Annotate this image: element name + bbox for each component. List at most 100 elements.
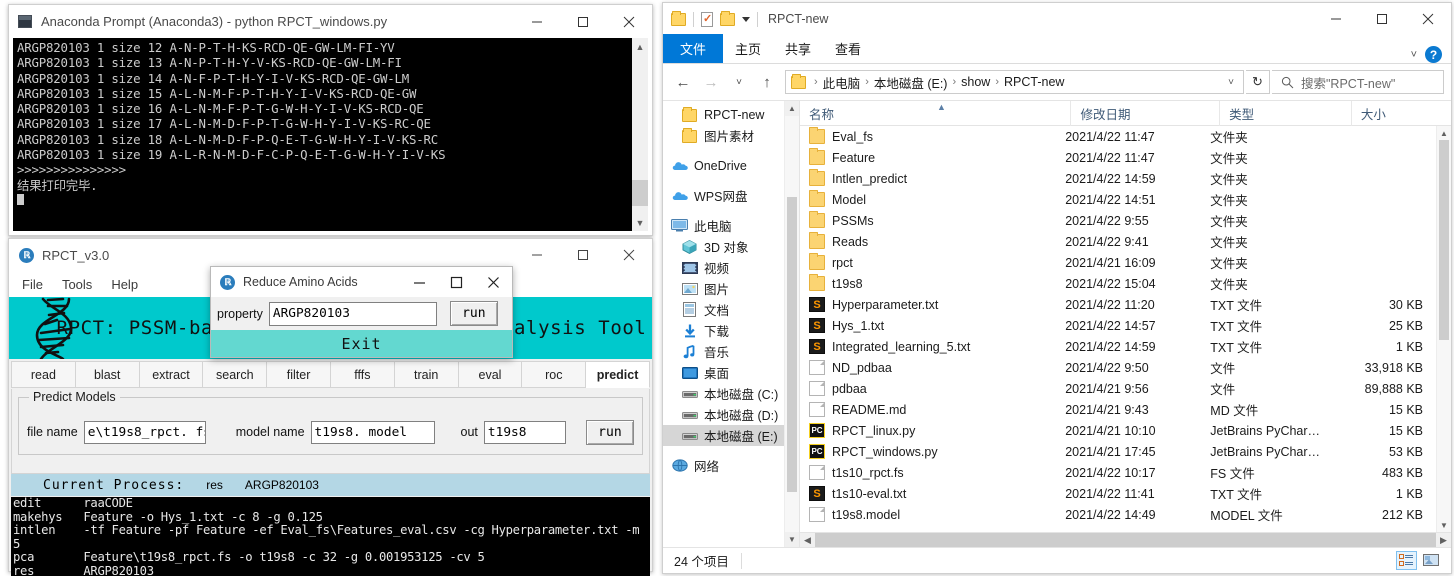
- hscroll-thumb[interactable]: [815, 532, 1436, 547]
- list-scroll-up-icon[interactable]: ▲: [1437, 126, 1451, 140]
- tab-predict[interactable]: predict: [586, 361, 650, 388]
- breadcrumb-this-pc[interactable]: 此电脑: [823, 73, 861, 92]
- address-chevron-down-icon[interactable]: ˅: [1222, 77, 1240, 88]
- table-row[interactable]: PSSMs 2021/4/22 9:55 文件夹: [800, 210, 1436, 231]
- column-header-type[interactable]: 类型: [1220, 101, 1352, 126]
- list-scroll-down-icon[interactable]: ▼: [1437, 518, 1451, 532]
- address-bar[interactable]: › 此电脑 › 本地磁盘 (E:) › show › RPCT-new ˅: [785, 70, 1244, 94]
- table-row[interactable]: t19s8 2021/4/22 15:04 文件夹: [800, 273, 1436, 294]
- tab-read[interactable]: read: [11, 361, 76, 388]
- nav-item-wps网盘[interactable]: WPS网盘: [663, 185, 799, 206]
- nav-item-本地磁盘(e:)[interactable]: 本地磁盘 (E:): [663, 425, 799, 446]
- cmd-maximize-button[interactable]: [560, 5, 606, 38]
- table-row[interactable]: Feature 2021/4/22 11:47 文件夹: [800, 147, 1436, 168]
- explorer-titlebar[interactable]: RPCT-new: [663, 3, 1451, 35]
- table-row[interactable]: Eval_fs 2021/4/22 11:47 文件夹: [800, 126, 1436, 147]
- table-row[interactable]: t19s8.model 2021/4/22 14:49 MODEL 文件 212 KB: [800, 504, 1436, 525]
- new-folder-icon[interactable]: [720, 10, 735, 26]
- table-row[interactable]: rpct 2021/4/21 16:09 文件夹: [800, 252, 1436, 273]
- tab-fffs[interactable]: fffs: [330, 361, 395, 388]
- dialog-titlebar[interactable]: ℝ Reduce Amino Acids: [211, 267, 512, 297]
- table-row[interactable]: pdbaa 2021/4/21 9:56 文件 89,888 KB: [800, 378, 1436, 399]
- rpct-close-button[interactable]: [606, 239, 652, 272]
- explorer-minimize-button[interactable]: [1313, 3, 1359, 36]
- ribbon-tab-file[interactable]: 文件: [663, 34, 724, 63]
- horizontal-scrollbar[interactable]: ◀ ▶: [800, 532, 1451, 547]
- tab-roc[interactable]: roc: [522, 361, 587, 388]
- recent-locations-chevron-icon[interactable]: ˅: [726, 69, 752, 95]
- rpct-minimize-button[interactable]: [514, 239, 560, 272]
- table-row[interactable]: PC RPCT_windows.py 2021/4/21 17:45 JetBrain…: [800, 441, 1436, 462]
- ribbon-tab-view[interactable]: 查看: [823, 34, 873, 63]
- table-row[interactable]: S Integrated_learning_5.txt 2021/4/22 14:5…: [800, 336, 1436, 357]
- predict-run-button[interactable]: run: [585, 419, 634, 445]
- ribbon-tab-home[interactable]: 主页: [723, 34, 773, 63]
- column-header-date[interactable]: 修改日期: [1071, 101, 1221, 126]
- search-input[interactable]: 搜索"RPCT-new": [1272, 70, 1444, 94]
- ribbon-tab-share[interactable]: 共享: [773, 34, 823, 63]
- file-name-input[interactable]: e\t19s8_rpct. fs: [83, 420, 206, 444]
- cmd-scroll-track[interactable]: [632, 55, 648, 214]
- list-scroll-thumb[interactable]: [1439, 140, 1449, 340]
- back-button[interactable]: ←: [670, 69, 696, 95]
- nav-item-视频[interactable]: 视频: [663, 257, 799, 278]
- table-row[interactable]: README.md 2021/4/21 9:43 MD 文件 15 KB: [800, 399, 1436, 420]
- table-row[interactable]: St1s10-eval.txt 2021/4/22 11:41 TXT 文件 1 KB: [800, 483, 1436, 504]
- tab-eval[interactable]: eval: [458, 361, 523, 388]
- nav-item-3d对象[interactable]: 3D 对象: [663, 236, 799, 257]
- large-icons-view-button[interactable]: [1420, 551, 1441, 570]
- cmd-close-button[interactable]: [606, 5, 652, 38]
- table-row[interactable]: Reads 2021/4/22 9:41 文件夹: [800, 231, 1436, 252]
- hscroll-right-icon[interactable]: ▶: [1436, 535, 1451, 546]
- cmd-scroll-thumb[interactable]: [632, 180, 648, 206]
- file-list-scrollbar[interactable]: ▲ ▼: [1436, 126, 1451, 532]
- nav-scroll-down-icon[interactable]: ▼: [785, 532, 799, 547]
- dialog-exit-button[interactable]: Exit: [211, 330, 512, 357]
- cmd-minimize-button[interactable]: [514, 5, 560, 38]
- details-view-button[interactable]: [1396, 551, 1417, 570]
- explorer-maximize-button[interactable]: [1359, 3, 1405, 36]
- tab-extract[interactable]: extract: [139, 361, 204, 388]
- nav-item-桌面[interactable]: 桌面: [663, 362, 799, 383]
- cmd-titlebar[interactable]: Anaconda Prompt (Anaconda3) - python RPC…: [9, 5, 652, 38]
- refresh-button[interactable]: ↻: [1246, 70, 1270, 94]
- dialog-run-button[interactable]: run: [449, 301, 498, 326]
- model-name-input[interactable]: t19s8. model: [310, 420, 435, 444]
- nav-item-本地磁盘(c:)[interactable]: 本地磁盘 (C:): [663, 383, 799, 404]
- tab-search[interactable]: search: [203, 361, 268, 388]
- cmd-scrollbar[interactable]: ▲ ▼: [631, 38, 648, 231]
- table-row[interactable]: t1s10_rpct.fs 2021/4/22 10:17 FS 文件 483 KB: [800, 462, 1436, 483]
- column-header-size[interactable]: 大小: [1352, 101, 1451, 126]
- property-input[interactable]: ARGP820103: [268, 301, 437, 326]
- tab-blast[interactable]: blast: [75, 361, 140, 388]
- nav-item-本地磁盘(d:)[interactable]: 本地磁盘 (D:): [663, 404, 799, 425]
- nav-scroll-up-icon[interactable]: ▲: [785, 101, 799, 116]
- nav-item-音乐[interactable]: 音乐: [663, 341, 799, 362]
- table-row[interactable]: Model 2021/4/22 14:51 文件夹: [800, 189, 1436, 210]
- table-row[interactable]: S Hyperparameter.txt 2021/4/22 11:20 TXT 文件…: [800, 294, 1436, 315]
- nav-item-图片[interactable]: 图片: [663, 278, 799, 299]
- nav-item-下载[interactable]: 下载: [663, 320, 799, 341]
- breadcrumb-drive-e[interactable]: 本地磁盘 (E:): [874, 73, 948, 92]
- column-header-name[interactable]: 名称: [800, 101, 1072, 126]
- nav-scroll-thumb[interactable]: [787, 197, 797, 492]
- cmd-console-body[interactable]: ARGP820103 1 size 12 A-N-P-T-H-KS-RCD-QE…: [13, 38, 648, 231]
- qat-chevron-down-icon[interactable]: [742, 16, 750, 22]
- forward-button[interactable]: →: [698, 69, 724, 95]
- nav-item-文档[interactable]: 文档: [663, 299, 799, 320]
- tab-train[interactable]: train: [394, 361, 459, 388]
- out-input[interactable]: t19s8: [483, 420, 566, 444]
- properties-icon[interactable]: [701, 11, 713, 27]
- cmd-scroll-down-icon[interactable]: ▼: [632, 214, 648, 231]
- dialog-close-button[interactable]: [475, 267, 512, 297]
- nav-item-网络[interactable]: 网络: [663, 455, 799, 476]
- table-row[interactable]: S Hys_1.txt 2021/4/22 14:57 TXT 文件 25 KB: [800, 315, 1436, 336]
- dialog-minimize-button[interactable]: [401, 267, 438, 297]
- nav-item-onedrive[interactable]: OneDrive: [663, 155, 799, 176]
- tab-filter[interactable]: filter: [267, 361, 331, 388]
- menu-item-tools[interactable]: Tools: [62, 277, 92, 292]
- nav-item-rpctnew[interactable]: RPCT-new: [663, 104, 799, 125]
- folder-icon[interactable]: [671, 10, 686, 26]
- cmd-scroll-up-icon[interactable]: ▲: [632, 38, 648, 55]
- ribbon-expand-chevron-icon[interactable]: ˅: [1411, 49, 1417, 61]
